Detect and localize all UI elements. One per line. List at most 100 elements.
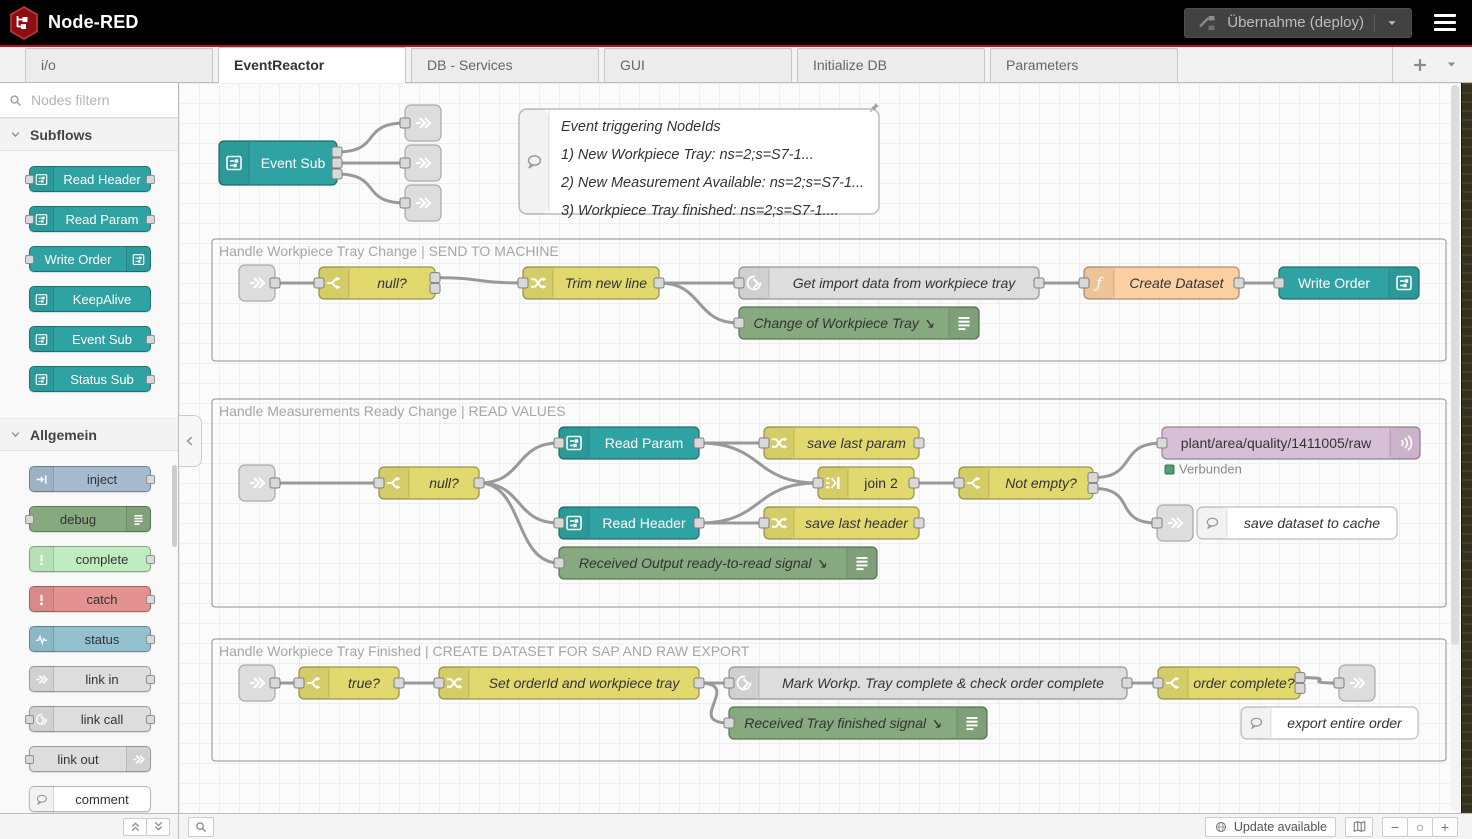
flow-node-debug-tray[interactable]: Change of Workpiece Tray ↘ <box>734 307 979 339</box>
node-label: null? <box>377 275 407 291</box>
subflow-icon <box>126 246 150 272</box>
flow-node-save-param[interactable]: save last param <box>759 427 924 459</box>
flow-node-true-sw[interactable]: true? <box>294 667 404 699</box>
palette-node-label: Event Sub <box>54 332 150 347</box>
subflow-icon <box>131 252 146 267</box>
flow-node-mqtt[interactable]: plant/area/quality/1411005/rawVerbunden <box>1157 427 1420 477</box>
comment-label: export entire order <box>1287 715 1403 731</box>
flow-node-set-orderid[interactable]: Set orderId and workpiece tray <box>434 667 704 699</box>
zoom-out-button[interactable]: − <box>1382 817 1408 837</box>
flow-node-mark-workp[interactable]: Mark Workp. Tray complete & check order … <box>724 667 1132 699</box>
flow-node-write-order[interactable]: Write Order <box>1274 267 1419 299</box>
update-available-button[interactable]: Update available <box>1205 817 1336 837</box>
tab-db-services[interactable]: DB - Services <box>411 48 599 82</box>
palette-section-subflows[interactable]: Subflows <box>0 118 178 151</box>
flow-group-g1[interactable]: Handle Workpiece Tray Change | SEND TO M… <box>212 239 1446 361</box>
comment-note-line: 1) New Workpiece Tray: ns=2;s=S7-1... <box>561 147 814 163</box>
flow-canvas[interactable]: Handle Workpiece Tray Change | SEND TO M… <box>179 83 1461 813</box>
palette-node-read-header[interactable]: Read Header <box>29 166 151 192</box>
palette-node-label: complete <box>54 552 150 567</box>
flow-comment-note[interactable]: Event triggering NodeIds 1) New Workpiece… <box>519 103 879 219</box>
node-label: plant/area/quality/1411005/raw <box>1181 435 1372 451</box>
flow-node-null-1[interactable]: null? <box>314 267 440 299</box>
wire <box>435 278 523 283</box>
flow-node-event-sub[interactable]: Event Sub <box>219 141 342 185</box>
flow-node-debug-received-tray[interactable]: Received Tray finished signal ↘ <box>724 707 987 739</box>
palette-section-allgemein[interactable]: Allgemein <box>0 418 178 451</box>
flow-node-order-complete[interactable]: order complete? <box>1153 667 1305 699</box>
flow-node-link-c[interactable] <box>400 185 441 221</box>
palette-node-comment[interactable]: comment <box>29 786 151 812</box>
flow-node-link-b[interactable] <box>400 145 441 181</box>
node-port <box>1088 473 1098 483</box>
palette-node-keepalive[interactable]: KeepAlive <box>29 286 151 312</box>
palette-scrollbar[interactable] <box>172 465 177 547</box>
catch-icon <box>34 592 49 607</box>
tab-i-o[interactable]: i/o <box>25 48 213 82</box>
flow-node-link-in-1[interactable] <box>239 265 280 301</box>
node-label: save last param <box>807 435 906 451</box>
palette-node-link-call[interactable]: link call <box>29 706 151 732</box>
chevrons-down-icon <box>152 820 165 833</box>
flow-node-comment-export[interactable]: export entire order <box>1241 707 1418 739</box>
flow-node-comment-cache[interactable]: save dataset to cache <box>1197 507 1397 539</box>
palette-node-inject[interactable]: inject <box>29 466 151 492</box>
flow-node-join-2[interactable]: join 2 <box>813 467 919 499</box>
flow-node-null-2[interactable]: null? <box>374 467 484 499</box>
palette-node-event-sub[interactable]: Event Sub <box>29 326 151 352</box>
tab-gui[interactable]: GUI <box>604 48 792 82</box>
flow-node-link-in-3[interactable] <box>239 665 280 701</box>
flow-node-link-out-3[interactable] <box>1334 665 1375 701</box>
flow-node-not-empty[interactable]: Not empty? <box>954 467 1098 499</box>
palette-node-label: status <box>54 632 150 647</box>
palette-node-read-param[interactable]: Read Param <box>29 206 151 232</box>
flow-node-link-out-2[interactable] <box>1152 505 1193 541</box>
node-port <box>1274 278 1284 288</box>
node-input-port <box>25 515 34 524</box>
navigator-button[interactable] <box>1345 817 1373 837</box>
flow-node-trim[interactable]: Trim new line <box>518 267 664 299</box>
palette-search-input[interactable] <box>29 91 159 109</box>
wire <box>479 443 559 483</box>
palette-node-status-sub[interactable]: Status Sub <box>29 366 151 392</box>
palette-node-catch[interactable]: catch <box>29 586 151 612</box>
tab-eventreactor[interactable]: EventReactor <box>218 47 406 83</box>
palette-node-complete[interactable]: complete <box>29 546 151 572</box>
canvas-scrollbar[interactable] <box>1451 85 1459 811</box>
flow-node-link-a[interactable] <box>400 105 441 141</box>
palette-node-status[interactable]: status <box>29 626 151 652</box>
palette-section-label: Subflows <box>30 127 92 143</box>
tab-parameters[interactable]: Parameters <box>990 48 1178 82</box>
comment-note-line: Event triggering NodeIds <box>561 119 721 135</box>
flow-node-link-in-2[interactable] <box>239 465 280 501</box>
app-title: Node-RED <box>48 12 139 33</box>
palette-node-link-in[interactable]: link in <box>29 666 151 692</box>
flow-node-get-import[interactable]: Get import data from workpiece tray <box>734 267 1044 299</box>
tab-initialize-db[interactable]: Initialize DB <box>797 48 985 82</box>
deploy-caret-icon[interactable] <box>1385 16 1399 30</box>
zoom-reset-button[interactable]: ○ <box>1407 817 1433 837</box>
flow-node-read-param[interactable]: Read Param <box>554 427 704 459</box>
palette-collapse-all-button[interactable] <box>123 818 147 836</box>
menu-button[interactable] <box>1434 14 1456 31</box>
node-label: Received Output ready-to-read signal ↘ <box>579 555 827 571</box>
flow-node-save-header[interactable]: save last header <box>759 507 924 539</box>
flow-list-caret-icon[interactable] <box>1445 58 1458 71</box>
flow-group-g3[interactable]: Handle Workpiece Tray Finished | CREATE … <box>212 639 1446 761</box>
palette-expand-all-button[interactable] <box>146 818 170 836</box>
node-port <box>400 198 410 208</box>
zoom-in-button[interactable]: + <box>1432 817 1458 837</box>
palette-node-label: Write Order <box>30 252 126 267</box>
palette-node-debug[interactable]: debug <box>29 506 151 532</box>
flow-node-create-dataset[interactable]: ƒCreate Dataset <box>1079 267 1244 299</box>
palette-node-link-out[interactable]: link out <box>29 746 151 772</box>
flow-node-read-header[interactable]: Read Header <box>554 507 704 539</box>
palette-node-write-order[interactable]: Write Order <box>29 246 151 272</box>
flow-node-debug-received-output[interactable]: Received Output ready-to-read signal ↘ <box>554 547 877 579</box>
deploy-button[interactable]: Übernahme (deploy) <box>1184 8 1412 38</box>
wire <box>337 174 405 203</box>
canvas-search-button[interactable] <box>188 817 214 837</box>
node-label: Read Param <box>605 435 684 451</box>
add-flow-icon[interactable] <box>1411 56 1429 74</box>
palette-collapse-button[interactable] <box>179 415 202 467</box>
